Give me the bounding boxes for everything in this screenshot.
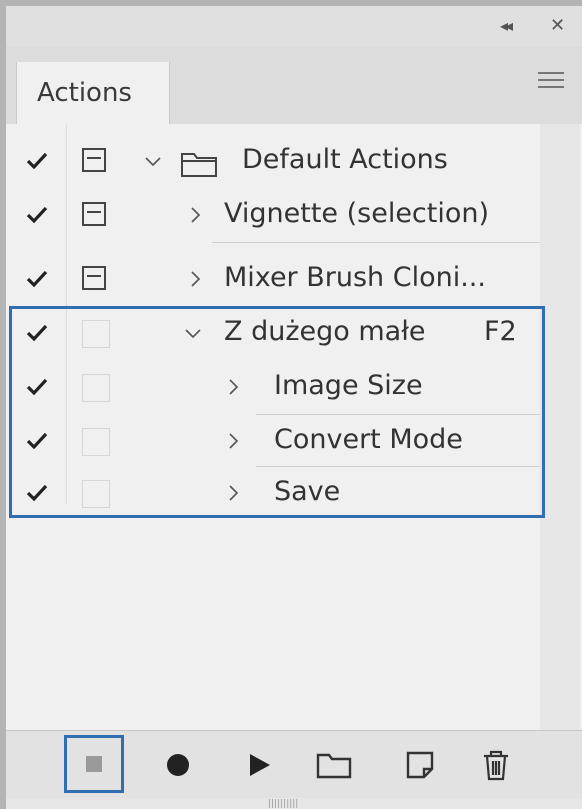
action-label: Vignette (selection)	[224, 198, 490, 229]
list-item-z-duzego-male[interactable]: Z dużego małe F2	[6, 308, 540, 362]
new-item-icon	[406, 751, 434, 779]
panel-title-bar: ◂◂ ✕	[6, 6, 582, 46]
toggle-dialog-empty-icon[interactable]	[82, 320, 110, 348]
list-item-save[interactable]: Save	[6, 468, 540, 522]
chevron-right-icon[interactable]	[224, 484, 242, 502]
record-button[interactable]	[158, 745, 198, 785]
step-label: Image Size	[274, 370, 423, 401]
panel-tab-strip: Actions	[6, 46, 582, 124]
folder-icon	[180, 150, 218, 178]
trash-icon	[484, 750, 508, 781]
toggle-dialog-empty-icon[interactable]	[82, 480, 110, 508]
chevron-right-icon[interactable]	[186, 206, 204, 224]
tab-actions-label: Actions	[37, 78, 132, 108]
folder-icon	[316, 753, 352, 779]
chevron-right-icon[interactable]	[224, 378, 242, 396]
toggle-item-check-icon[interactable]	[26, 430, 48, 452]
step-label: Save	[274, 476, 341, 507]
action-set-label: Default Actions	[242, 144, 448, 175]
new-set-button[interactable]	[314, 745, 354, 785]
toggle-item-check-icon[interactable]	[26, 322, 48, 344]
actions-list: Default Actions Vignette (selection) Mix…	[6, 124, 582, 730]
resize-grip[interactable]: ||||||||||	[6, 798, 582, 809]
toggle-dialog-empty-icon[interactable]	[82, 374, 110, 402]
chevron-down-icon[interactable]	[184, 324, 202, 342]
row-separator	[212, 242, 540, 243]
chevron-right-icon[interactable]	[186, 270, 204, 288]
toggle-dialog-icon[interactable]	[82, 148, 106, 172]
chevron-down-icon[interactable]	[144, 152, 162, 170]
list-item-mixer-brush[interactable]: Mixer Brush Cloni...	[6, 254, 540, 308]
delete-button[interactable]	[476, 745, 516, 785]
toggle-item-check-icon[interactable]	[26, 376, 48, 398]
list-item-convert-mode[interactable]: Convert Mode	[6, 416, 540, 470]
toggle-dialog-icon[interactable]	[82, 266, 106, 290]
toggle-dialog-empty-icon[interactable]	[82, 428, 110, 456]
action-label: Mixer Brush Cloni...	[224, 262, 486, 293]
list-item-vignette[interactable]: Vignette (selection)	[6, 190, 540, 244]
stop-button[interactable]	[64, 735, 124, 793]
action-label: Z dużego małe	[224, 316, 426, 347]
action-shortcut: F2	[484, 316, 517, 347]
row-separator	[256, 414, 540, 415]
close-panel-icon[interactable]: ✕	[550, 16, 565, 36]
panel-menu-icon[interactable]	[538, 72, 566, 94]
actions-toolbar	[6, 730, 582, 799]
actions-panel: ◂◂ ✕ Actions Default Actions Vignette (s…	[6, 6, 582, 809]
collapse-panel-icon[interactable]: ◂◂	[500, 16, 513, 36]
list-item-default-actions[interactable]: Default Actions	[6, 136, 540, 190]
play-button[interactable]	[240, 745, 280, 785]
step-label: Convert Mode	[274, 424, 463, 455]
stop-icon	[86, 756, 102, 772]
record-icon	[167, 754, 189, 776]
toggle-item-check-icon[interactable]	[26, 150, 48, 172]
tab-actions[interactable]: Actions	[16, 62, 170, 124]
toggle-item-check-icon[interactable]	[26, 482, 48, 504]
list-item-image-size[interactable]: Image Size	[6, 362, 540, 416]
chevron-right-icon[interactable]	[224, 432, 242, 450]
toggle-dialog-icon[interactable]	[82, 202, 106, 226]
toggle-item-check-icon[interactable]	[26, 204, 48, 226]
new-action-button[interactable]	[400, 745, 440, 785]
play-icon	[250, 754, 270, 776]
row-separator	[256, 466, 540, 467]
scrollbar-track[interactable]	[540, 124, 580, 730]
toggle-item-check-icon[interactable]	[26, 268, 48, 290]
